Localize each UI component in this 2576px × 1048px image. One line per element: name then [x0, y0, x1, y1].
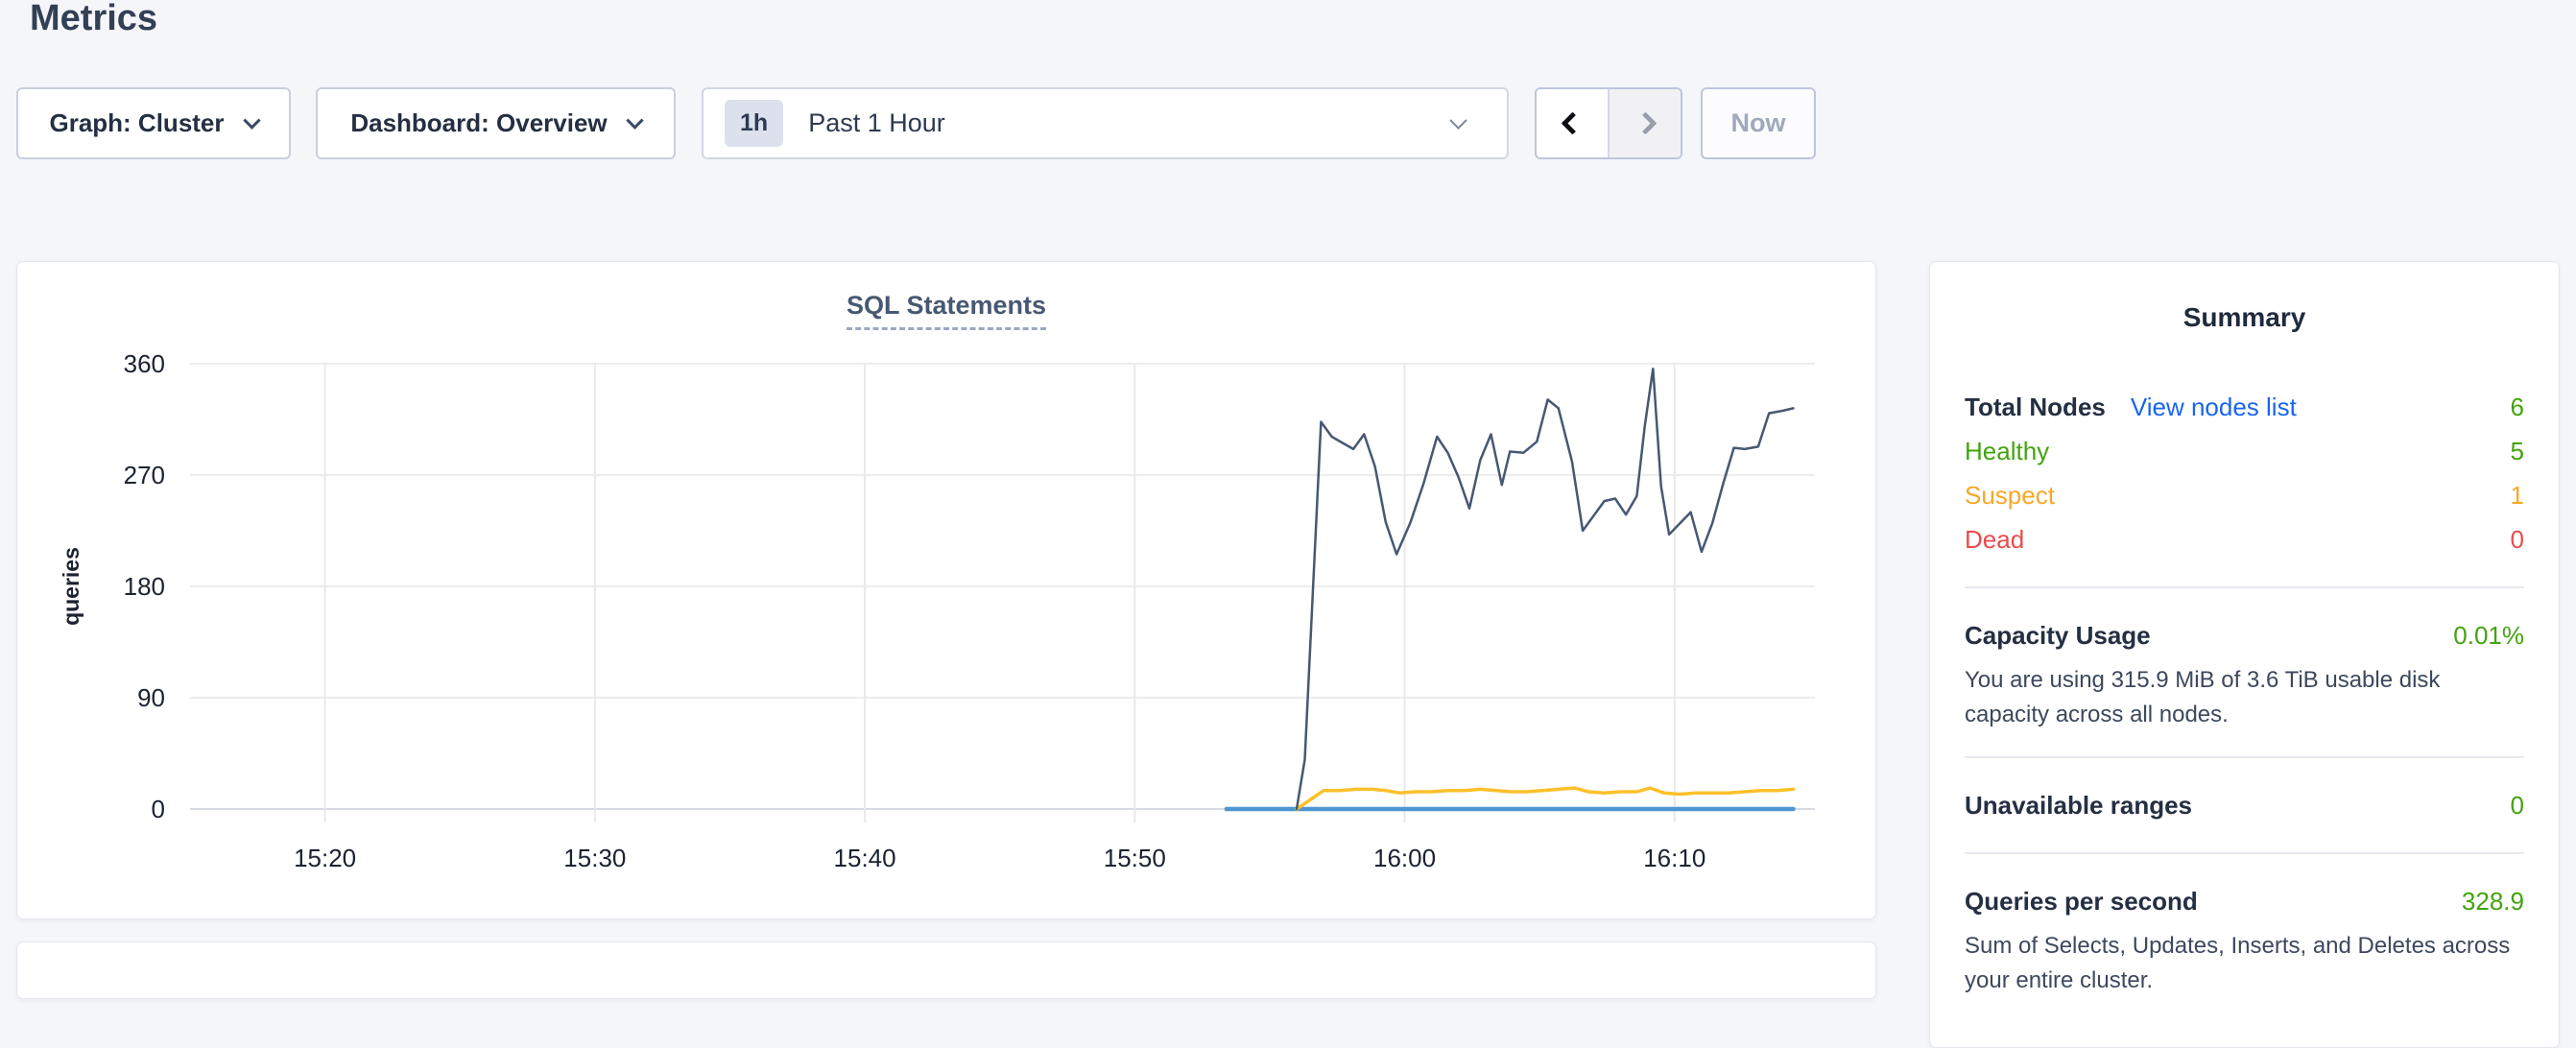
chart-title-row: SQL Statements — [17, 291, 1875, 330]
suspect-nodes-row: Suspect 1 — [1965, 473, 2524, 517]
now-button[interactable]: Now — [1701, 87, 1816, 159]
svg-text:180: 180 — [124, 572, 165, 601]
dashboard-dropdown-label: Dashboard: Overview — [350, 108, 607, 138]
divider — [1965, 756, 2524, 758]
total-nodes-value: 6 — [2511, 393, 2524, 422]
svg-text:15:30: 15:30 — [563, 844, 626, 872]
time-nav-group — [1535, 87, 1682, 159]
time-range-badge: 1h — [725, 100, 783, 147]
sql-statements-chart-card: SQL Statements 0 90 180 270 360 15:20 15:30 15:… — [16, 261, 1876, 919]
svg-text:15:40: 15:40 — [834, 844, 896, 872]
unavailable-ranges-label: Unavailable ranges — [1965, 791, 2192, 821]
time-prev-button[interactable] — [1537, 89, 1608, 157]
unavailable-ranges-value: 0 — [2511, 791, 2524, 821]
suspect-label: Suspect — [1965, 481, 2055, 511]
queries-per-second-value: 328.9 — [2462, 887, 2524, 917]
suspect-value: 1 — [2511, 481, 2524, 511]
capacity-usage-description: You are using 315.9 MiB of 3.6 TiB usabl… — [1965, 663, 2524, 731]
healthy-nodes-row: Healthy 5 — [1965, 429, 2524, 473]
queries-per-second-label: Queries per second — [1965, 887, 2198, 917]
dashboard-dropdown[interactable]: Dashboard: Overview — [316, 87, 676, 159]
dead-nodes-row: Dead 0 — [1965, 517, 2524, 561]
time-range-picker[interactable]: 1h Past 1 Hour — [702, 87, 1509, 159]
unavailable-ranges-row: Unavailable ranges 0 — [1965, 783, 2524, 827]
svg-text:15:20: 15:20 — [294, 844, 356, 872]
sql-statements-line-chart[interactable]: 0 90 180 270 360 15:20 15:30 15:40 15:50 16:00 16:… — [17, 262, 1877, 920]
chevron-down-icon — [1449, 111, 1467, 129]
svg-text:16:00: 16:00 — [1373, 844, 1436, 872]
svg-text:0: 0 — [152, 795, 165, 823]
divider — [1965, 852, 2524, 854]
capacity-usage-value: 0.01% — [2453, 621, 2524, 651]
graph-dropdown[interactable]: Graph: Cluster — [16, 87, 291, 159]
healthy-label: Healthy — [1965, 437, 2049, 466]
healthy-value: 5 — [2511, 437, 2524, 466]
dead-value: 0 — [2511, 525, 2524, 555]
page-title: Metrics — [30, 0, 157, 39]
summary-panel: Summary Total Nodes View nodes list 6 He… — [1929, 261, 2560, 1048]
chevron-down-icon — [626, 111, 643, 129]
svg-text:90: 90 — [137, 683, 165, 712]
capacity-usage-row: Capacity Usage 0.01% — [1965, 613, 2524, 657]
view-nodes-list-link[interactable]: View nodes list — [2131, 393, 2297, 422]
graph-dropdown-label: Graph: Cluster — [49, 108, 224, 138]
svg-text:360: 360 — [124, 349, 165, 378]
time-range-label: Past 1 Hour — [808, 108, 945, 138]
queries-per-second-description: Sum of Selects, Updates, Inserts, and De… — [1965, 929, 2524, 997]
divider — [1965, 586, 2524, 588]
dead-label: Dead — [1965, 525, 2024, 555]
capacity-usage-label: Capacity Usage — [1965, 621, 2151, 651]
svg-text:16:10: 16:10 — [1643, 844, 1705, 872]
total-nodes-row: Total Nodes View nodes list 6 — [1965, 385, 2524, 429]
time-next-button[interactable] — [1608, 89, 1681, 157]
summary-title: Summary — [1965, 302, 2524, 333]
svg-text:270: 270 — [124, 461, 165, 489]
next-chart-card — [16, 941, 1876, 999]
total-nodes-label: Total Nodes — [1965, 393, 2106, 422]
svg-text:15:50: 15:50 — [1104, 844, 1166, 872]
queries-per-second-row: Queries per second 328.9 — [1965, 879, 2524, 923]
y-axis-label: queries — [59, 547, 83, 626]
chevron-left-icon — [1561, 111, 1584, 134]
chart-title[interactable]: SQL Statements — [847, 291, 1046, 330]
chevron-right-icon — [1634, 111, 1657, 134]
chevron-down-icon — [243, 111, 260, 129]
